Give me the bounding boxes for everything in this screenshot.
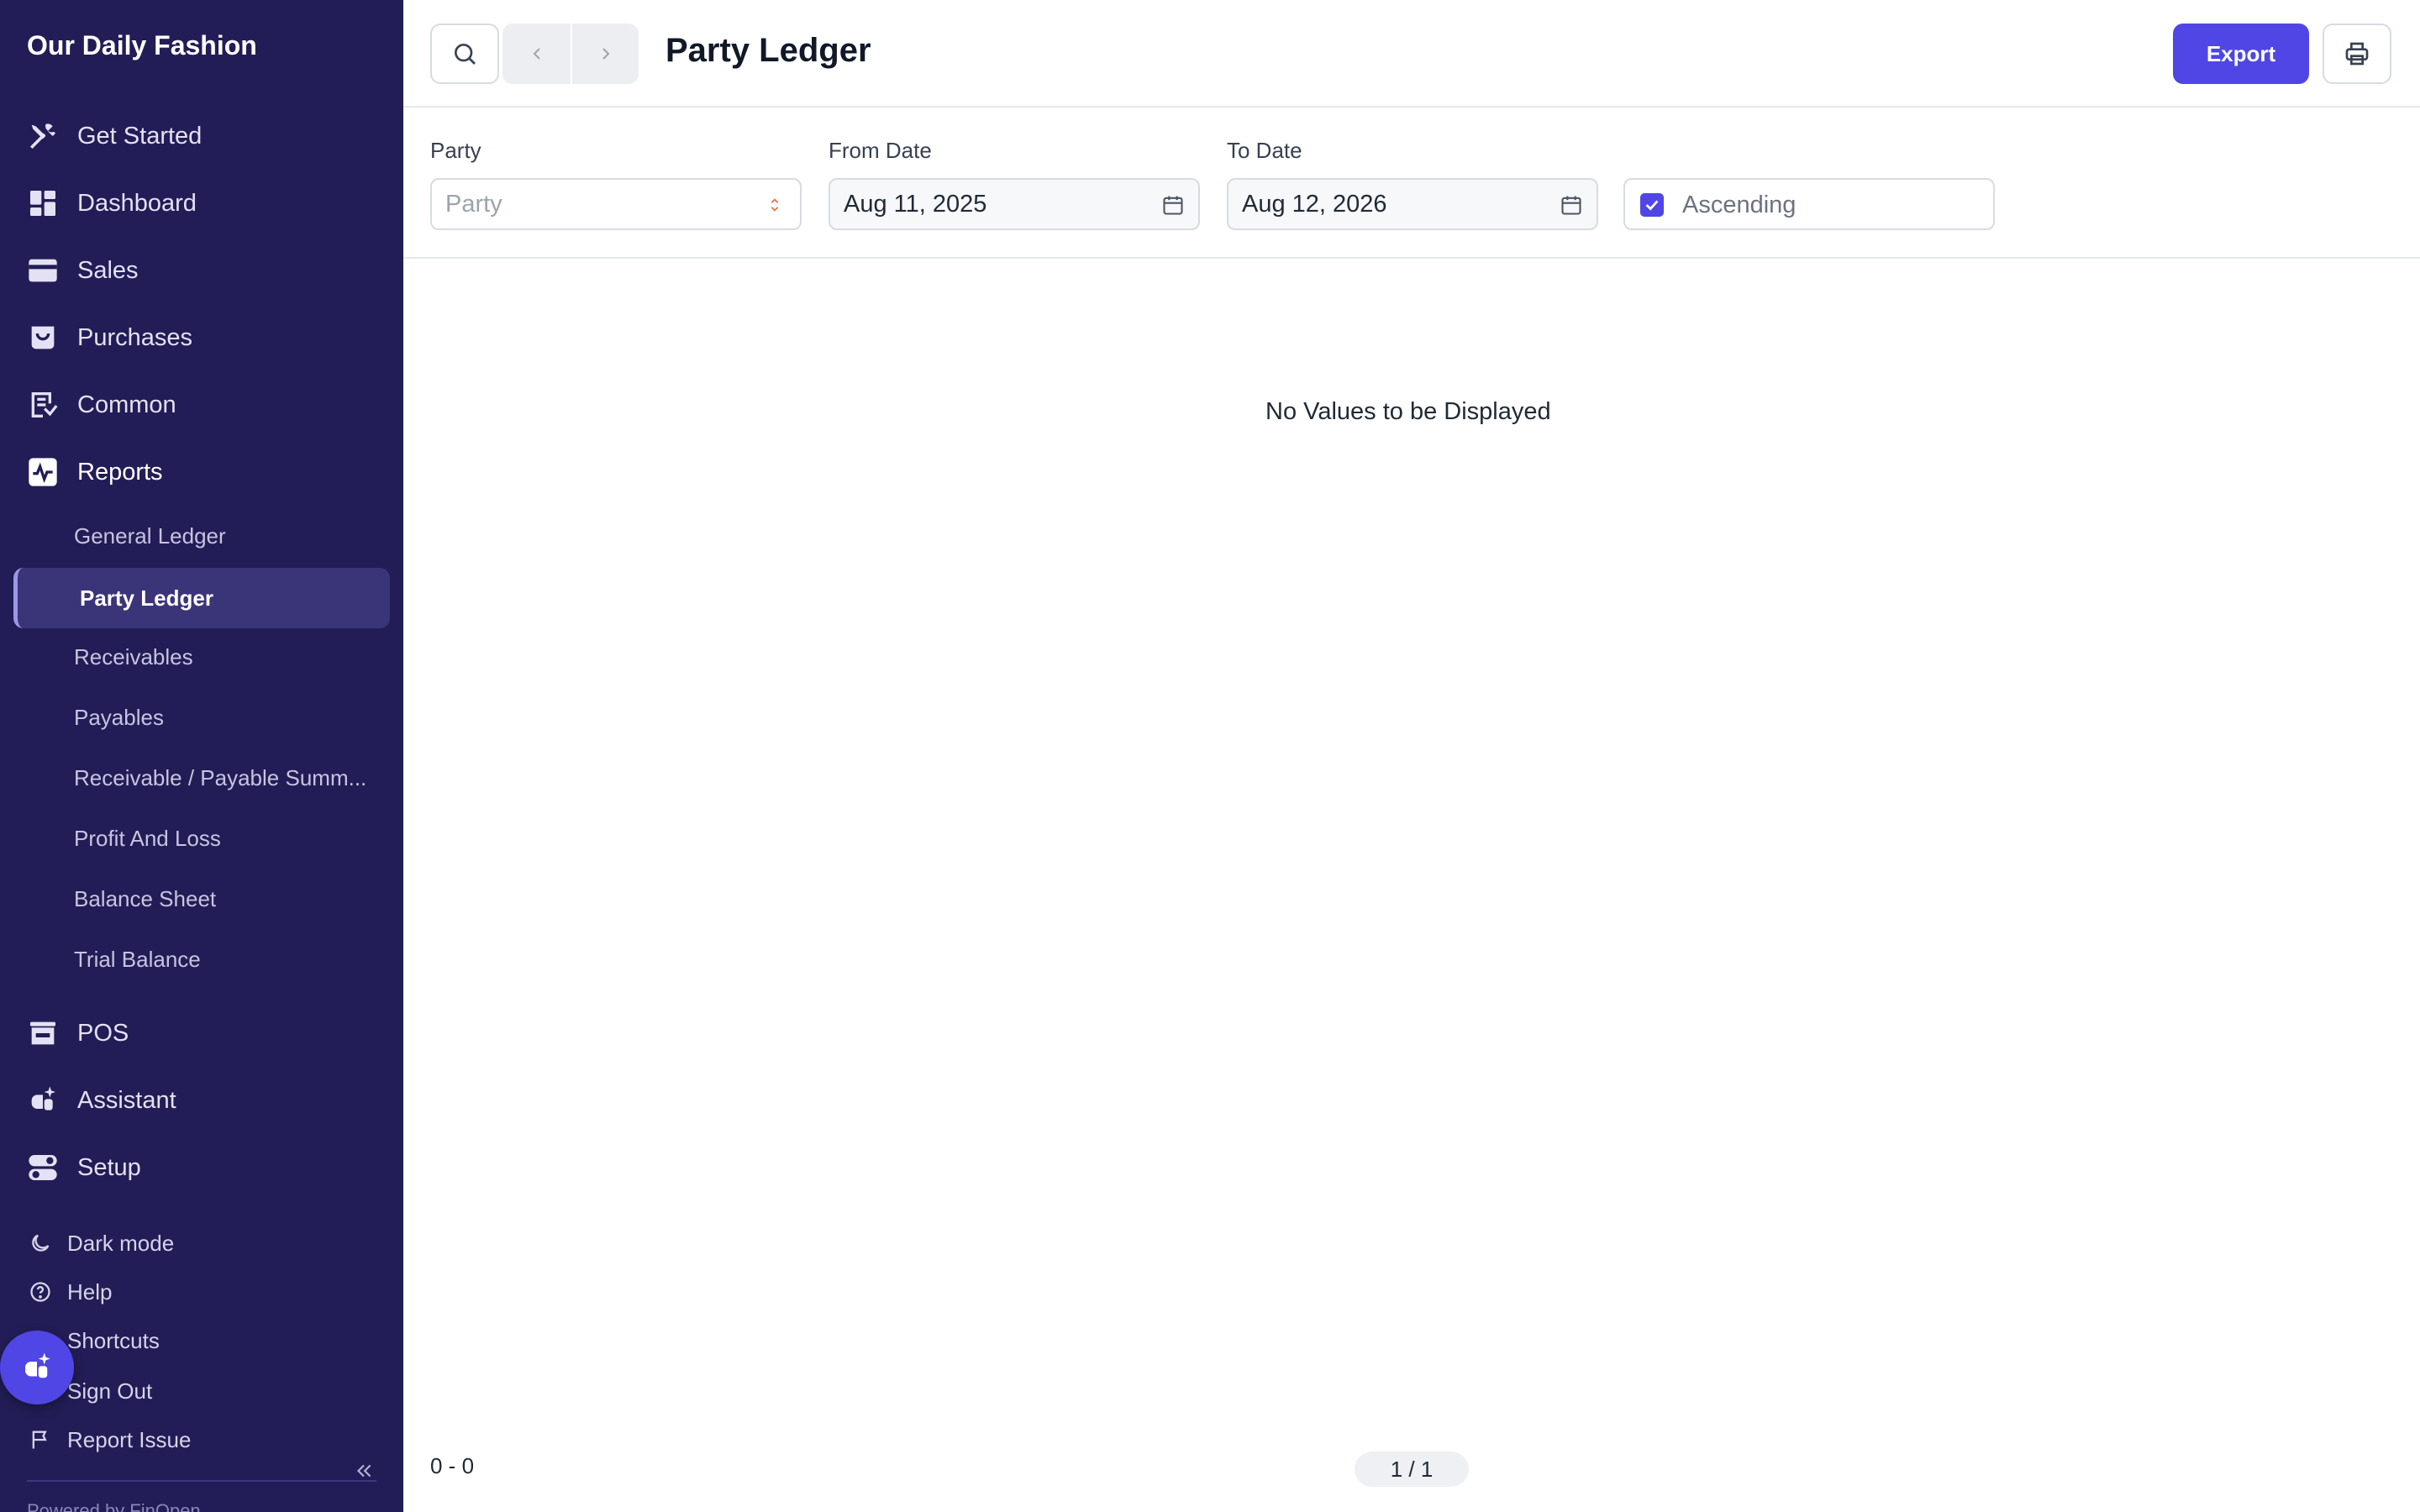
- report-item-balance-sheet[interactable]: Balance Sheet: [74, 880, 216, 917]
- sidebar-item-label: Assistant: [77, 1086, 176, 1114]
- select-arrows-icon: [761, 192, 788, 218]
- moon-icon: [27, 1230, 54, 1257]
- assistant-fab-button[interactable]: [0, 1331, 74, 1404]
- help-icon: [27, 1278, 54, 1305]
- from-date-value: Aug 11, 2025: [844, 190, 987, 218]
- ascending-checkbox[interactable]: [1640, 193, 1664, 217]
- bag-icon: [25, 320, 60, 355]
- report-issue-link[interactable]: Report Issue: [27, 1423, 191, 1457]
- sidebar-item-label: POS: [77, 1019, 129, 1047]
- calendar-icon[interactable]: [1160, 192, 1186, 218]
- empty-state-message: No Values to be Displayed: [1265, 398, 1551, 425]
- report-item-receivables[interactable]: Receivables: [74, 638, 193, 675]
- to-date-value: Aug 12, 2026: [1242, 190, 1387, 218]
- store-icon: [25, 1016, 60, 1051]
- footer-item-label: Shortcuts: [67, 1327, 160, 1353]
- list-icon: [25, 387, 60, 423]
- activity-icon: [25, 454, 60, 490]
- help-link[interactable]: Help: [27, 1275, 112, 1309]
- checkmark-icon: [1645, 200, 1659, 211]
- dashboard-icon: [25, 186, 60, 221]
- chevron-left-icon: [533, 48, 540, 60]
- sidebar-item-label: Reports: [77, 458, 163, 486]
- sidebar-item-purchases[interactable]: Purchases: [25, 316, 192, 360]
- back-button[interactable]: [502, 24, 571, 84]
- footer-item-label: Report Issue: [67, 1426, 192, 1452]
- toggle-icon: [25, 1150, 60, 1185]
- sidebar-item-setup[interactable]: Setup: [25, 1146, 141, 1189]
- card-icon: [25, 253, 60, 288]
- brand-name: Our Daily Fashion: [27, 30, 257, 60]
- tools-icon: [25, 118, 60, 154]
- report-item-profit-and-loss[interactable]: Profit And Loss: [74, 820, 221, 857]
- page-header: Party Ledger Export: [403, 0, 2420, 108]
- party-placeholder: Party: [445, 190, 502, 218]
- sidebar-item-assistant[interactable]: Assistant: [25, 1079, 176, 1122]
- export-button[interactable]: Export: [2173, 24, 2309, 84]
- chevron-right-icon: [602, 48, 609, 60]
- printer-icon: [2345, 42, 2369, 66]
- to-date-input[interactable]: Aug 12, 2026: [1227, 178, 1598, 230]
- page-title: Party Ledger: [666, 32, 871, 69]
- calendar-icon[interactable]: [1558, 192, 1585, 218]
- sidebar-item-label: Purchases: [77, 323, 193, 351]
- footer-item-label: Dark mode: [67, 1230, 175, 1256]
- report-item-party-ledger[interactable]: Party Ledger: [13, 568, 390, 628]
- ascending-label: Ascending: [1682, 192, 1797, 218]
- sidebar-item-label: Sales: [77, 256, 139, 284]
- forward-button[interactable]: [571, 24, 639, 84]
- search-icon: [455, 44, 476, 65]
- from-date-input[interactable]: Aug 11, 2025: [829, 178, 1200, 230]
- row-range: 0 - 0: [430, 1453, 475, 1478]
- to-date-label: To Date: [1227, 138, 1302, 163]
- chevrons-left-icon: [356, 1464, 371, 1478]
- sidebar-item-pos[interactable]: POS: [25, 1011, 129, 1055]
- report-item-trial-balance[interactable]: Trial Balance: [74, 941, 201, 978]
- dark-mode-toggle[interactable]: Dark mode: [27, 1226, 174, 1260]
- powered-by: Powered by FinOpen: [27, 1500, 201, 1512]
- footer-item-label: Help: [67, 1278, 113, 1305]
- footer-item-label: Sign Out: [67, 1378, 153, 1404]
- sidebar-item-label: Dashboard: [77, 189, 197, 217]
- ascending-checkbox-field[interactable]: Ascending: [1623, 178, 1995, 230]
- search-button[interactable]: [430, 24, 499, 84]
- report-item-receivable-payable-summary[interactable]: Receivable / Payable Summ...: [74, 759, 366, 796]
- print-button[interactable]: [2323, 24, 2391, 84]
- sidebar-item-common[interactable]: Common: [25, 383, 176, 427]
- history-nav: [502, 24, 639, 84]
- sidebar-item-dashboard[interactable]: Dashboard: [25, 181, 197, 225]
- sidebar-divider: [27, 1480, 376, 1482]
- sidebar-item-label: Get Started: [77, 122, 203, 150]
- sidebar-item-get-started[interactable]: Get Started: [25, 114, 202, 158]
- sparkle-icon: [25, 1083, 60, 1118]
- party-select[interactable]: Party: [430, 178, 802, 230]
- sparkle-icon: [25, 1352, 50, 1378]
- sidebar: Our Daily Fashion Get Started Dashboard …: [0, 0, 403, 1512]
- flag-icon: [27, 1426, 54, 1453]
- from-date-label: From Date: [829, 138, 932, 163]
- party-label: Party: [430, 138, 481, 163]
- report-item-payables[interactable]: Payables: [74, 699, 164, 736]
- page-indicator[interactable]: 1 / 1: [1355, 1452, 1469, 1487]
- sidebar-item-label: Common: [77, 391, 176, 418]
- filter-bar: Party Party From Date Aug 11, 2025 To Da…: [403, 109, 2420, 259]
- sidebar-item-sales[interactable]: Sales: [25, 249, 139, 292]
- report-item-general-ledger[interactable]: General Ledger: [74, 517, 226, 554]
- sidebar-item-reports[interactable]: Reports: [25, 450, 163, 494]
- sidebar-item-label: Setup: [77, 1153, 141, 1181]
